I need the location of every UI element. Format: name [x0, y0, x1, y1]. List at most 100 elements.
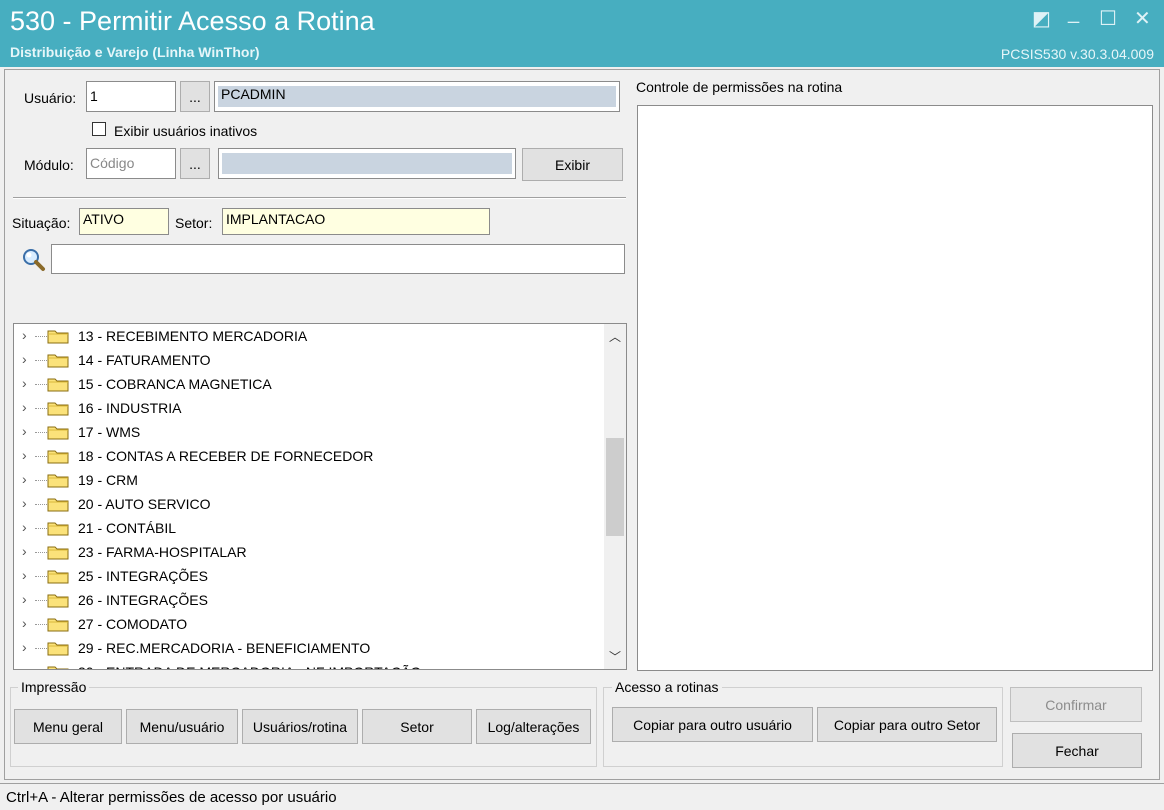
minimize-button[interactable]: _	[1068, 2, 1079, 25]
menu-geral-label: Menu geral	[32, 718, 104, 735]
title-bar: 530 - Permitir Acesso a Rotina Distribui…	[0, 0, 1164, 67]
status-bar: Ctrl+A - Alterar permissões de acesso po…	[0, 783, 1164, 810]
tree-item[interactable]: › 30 - ENTRADA DE MERCADORIA - NF IMPORTA…	[14, 661, 599, 669]
usuario-browse-button[interactable]: ...	[180, 81, 210, 112]
expand-chevron-icon[interactable]: ›	[22, 567, 27, 583]
close-button[interactable]: ✕	[1134, 6, 1151, 31]
expand-chevron-icon[interactable]: ›	[22, 351, 27, 367]
restore-icon[interactable]: ◩	[1032, 6, 1051, 31]
folder-icon	[47, 426, 69, 440]
version-label: PCSIS530 v.30.3.04.009	[1000, 46, 1154, 62]
menu-geral-button[interactable]: Menu geral	[14, 709, 122, 744]
expand-chevron-icon[interactable]: ›	[22, 447, 27, 463]
setor-button[interactable]: Setor	[362, 709, 472, 744]
expand-chevron-icon[interactable]: ›	[22, 663, 27, 669]
tree-connector	[35, 360, 47, 361]
maximize-button[interactable]: ☐	[1099, 6, 1117, 31]
expand-chevron-icon[interactable]: ›	[22, 519, 27, 535]
expand-chevron-icon[interactable]: ›	[22, 375, 27, 391]
setor-label: Setor:	[175, 215, 213, 231]
folder-icon	[47, 330, 69, 344]
modulo-name-fill	[222, 153, 512, 174]
search-icon[interactable]	[20, 247, 46, 273]
tree-item-label: 13 - RECEBIMENTO MERCADORIA	[78, 328, 308, 344]
tree-item-label: 16 - INDUSTRIA	[78, 400, 182, 416]
usuario-code-input[interactable]: 1	[86, 81, 176, 112]
tree-item[interactable]: › 14 - FATURAMENTO	[14, 349, 599, 373]
tree-item-label: 18 - CONTAS A RECEBER DE FORNECEDOR	[78, 448, 374, 464]
tree-connector	[35, 504, 47, 505]
tree-item[interactable]: › 20 - AUTO SERVICO	[14, 493, 599, 517]
copiar-usuario-label: Copiar para outro usuário	[633, 716, 792, 733]
expand-chevron-icon[interactable]: ›	[22, 423, 27, 439]
tree-item-label: 17 - WMS	[78, 424, 141, 440]
scroll-up-icon[interactable]: ︿	[604, 328, 626, 345]
tree-item[interactable]: › 29 - REC.MERCADORIA - BENEFICIAMENTO	[14, 637, 599, 661]
inactive-users-label: Exibir usuários inativos	[114, 123, 258, 139]
situacao-field: ATIVO	[79, 208, 169, 235]
setor-button-label: Setor	[400, 718, 434, 735]
log-alteracoes-button[interactable]: Log/alterações	[476, 709, 591, 744]
tree-item[interactable]: › 18 - CONTAS A RECEBER DE FORNECEDOR	[14, 445, 599, 469]
tree-item[interactable]: › 13 - RECEBIMENTO MERCADORIA	[14, 325, 599, 349]
modulo-code-input[interactable]: Código	[86, 148, 176, 179]
window-subtitle: Distribuição e Varejo (Linha WinThor)	[10, 44, 260, 60]
expand-chevron-icon[interactable]: ›	[22, 471, 27, 487]
fechar-button[interactable]: Fechar	[1012, 733, 1142, 768]
folder-icon	[47, 522, 69, 536]
permissions-panel[interactable]	[637, 105, 1153, 671]
modulo-browse-button[interactable]: ...	[180, 148, 210, 179]
impressao-title: Impressão	[18, 679, 90, 695]
module-tree[interactable]: › 13 - RECEBIMENTO MERCADORIA › 14 - FATURA…	[13, 323, 627, 670]
expand-chevron-icon[interactable]: ›	[22, 495, 27, 511]
usuarios-rotina-button[interactable]: Usuários/rotina	[242, 709, 358, 744]
window-title: 530 - Permitir Acesso a Rotina	[10, 6, 375, 36]
confirmar-label: Confirmar	[1045, 696, 1107, 713]
expand-chevron-icon[interactable]: ›	[22, 615, 27, 631]
folder-icon	[47, 546, 69, 560]
search-input[interactable]	[51, 244, 625, 274]
tree-item-label: 26 - INTEGRAÇÕES	[78, 592, 208, 608]
status-text: Ctrl+A - Alterar permissões de acesso po…	[6, 789, 337, 806]
usuarios-rotina-label: Usuários/rotina	[252, 718, 348, 735]
folder-icon	[47, 498, 69, 512]
scroll-down-icon[interactable]: ﹀	[604, 648, 626, 665]
folder-icon	[47, 618, 69, 632]
expand-chevron-icon[interactable]: ›	[22, 543, 27, 559]
acesso-title: Acesso a rotinas	[612, 679, 722, 695]
tree-item[interactable]: › 15 - COBRANCA MAGNETICA	[14, 373, 599, 397]
copiar-usuario-button[interactable]: Copiar para outro usuário	[612, 707, 813, 742]
tree-item-label: 15 - COBRANCA MAGNETICA	[78, 376, 272, 392]
tree-item-label: 21 - CONTÁBIL	[78, 520, 177, 536]
tree-item[interactable]: › 27 - COMODATO	[14, 613, 599, 637]
copiar-setor-button[interactable]: Copiar para outro Setor	[817, 707, 997, 742]
tree-scrollbar[interactable]: ︿ ﹀	[604, 324, 626, 669]
tree-item[interactable]: › 17 - WMS	[14, 421, 599, 445]
tree-connector	[35, 456, 47, 457]
tree-connector	[35, 600, 47, 601]
expand-chevron-icon[interactable]: ›	[22, 327, 27, 343]
usuario-name-text: PCADMIN	[221, 86, 286, 102]
tree-item[interactable]: › 21 - CONTÁBIL	[14, 517, 599, 541]
modulo-name-field	[218, 148, 516, 179]
modulo-label: Módulo:	[24, 157, 74, 173]
confirmar-button[interactable]: Confirmar	[1010, 687, 1142, 722]
log-alteracoes-label: Log/alterações	[487, 718, 580, 735]
expand-chevron-icon[interactable]: ›	[22, 591, 27, 607]
tree-item[interactable]: › 16 - INDUSTRIA	[14, 397, 599, 421]
inactive-users-checkbox[interactable]	[92, 122, 106, 136]
expand-chevron-icon[interactable]: ›	[22, 639, 27, 655]
tree-item[interactable]: › 26 - INTEGRAÇÕES	[14, 589, 599, 613]
menu-usuario-button[interactable]: Menu/usuário	[126, 709, 238, 744]
tree-connector	[35, 480, 47, 481]
tree-item[interactable]: › 23 - FARMA-HOSPITALAR	[14, 541, 599, 565]
fechar-label: Fechar	[1055, 742, 1099, 759]
scroll-thumb[interactable]	[606, 438, 624, 536]
tree-connector	[35, 576, 47, 577]
expand-chevron-icon[interactable]: ›	[22, 399, 27, 415]
exibir-button[interactable]: Exibir	[522, 148, 623, 181]
folder-icon	[47, 570, 69, 584]
folder-icon	[47, 666, 69, 669]
tree-item[interactable]: › 19 - CRM	[14, 469, 599, 493]
tree-item[interactable]: › 25 - INTEGRAÇÕES	[14, 565, 599, 589]
